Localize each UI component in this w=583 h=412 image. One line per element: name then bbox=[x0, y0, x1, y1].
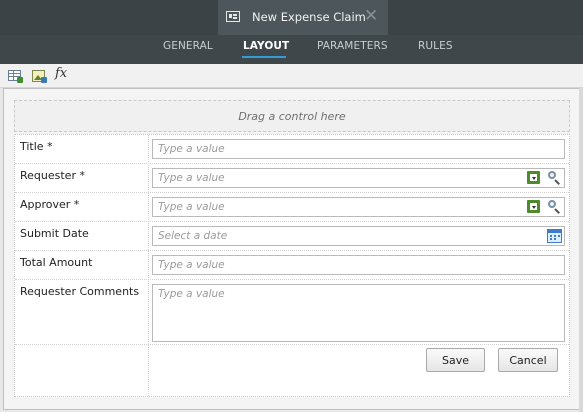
total-amount-placeholder: Type a value bbox=[158, 259, 225, 271]
title-label: Title * bbox=[20, 140, 53, 153]
designer-toolbar: fx bbox=[0, 64, 583, 88]
requester-comments-label: Requester Comments bbox=[20, 285, 140, 298]
function-icon[interactable]: fx bbox=[55, 66, 67, 84]
table-layout-icon[interactable] bbox=[6, 67, 24, 85]
close-icon[interactable]: ✕ bbox=[364, 6, 378, 26]
canvas-scroll-edge bbox=[579, 88, 583, 412]
search-icon[interactable] bbox=[546, 170, 562, 186]
title-placeholder: Type a value bbox=[158, 143, 225, 155]
tab-general[interactable]: GENERAL bbox=[163, 40, 213, 52]
drop-zone-hint: Drag a control here bbox=[238, 109, 346, 123]
address-book-icon[interactable] bbox=[526, 199, 542, 215]
active-tab-indicator bbox=[242, 56, 286, 58]
form-row-submit-date: Submit Date Select a date bbox=[15, 222, 569, 251]
form-row-requester-comments: Requester Comments Type a value bbox=[15, 280, 569, 345]
tab-parameters[interactable]: PARAMETERS bbox=[317, 40, 388, 52]
document-tab[interactable]: New Expense Claim ✕ bbox=[218, 0, 388, 35]
save-button[interactable]: Save bbox=[426, 348, 485, 372]
form-row-actions: Save Cancel bbox=[15, 345, 569, 396]
total-amount-label: Total Amount bbox=[20, 256, 93, 269]
cancel-button[interactable]: Cancel bbox=[498, 348, 558, 372]
form-row-approver: Approver * Type a value bbox=[15, 193, 569, 222]
search-icon[interactable] bbox=[546, 199, 562, 215]
drop-zone[interactable]: Drag a control here bbox=[14, 100, 570, 132]
approver-people-picker[interactable]: Type a value bbox=[152, 197, 565, 217]
tab-rules[interactable]: RULES bbox=[418, 40, 453, 52]
form-icon bbox=[226, 11, 240, 22]
form-canvas: Drag a control here Title * Type a value… bbox=[3, 88, 580, 410]
form-row-title: Title * Type a value bbox=[15, 135, 569, 164]
address-book-icon[interactable] bbox=[526, 170, 542, 186]
form-table: Title * Type a value Requester * Type a … bbox=[14, 134, 570, 397]
form-row-total-amount: Total Amount Type a value bbox=[15, 251, 569, 280]
requester-comments-placeholder: Type a value bbox=[158, 288, 225, 300]
submit-date-placeholder: Select a date bbox=[158, 230, 228, 242]
requester-label: Requester * bbox=[20, 169, 85, 182]
picture-add-icon[interactable] bbox=[30, 67, 48, 85]
requester-placeholder: Type a value bbox=[158, 172, 225, 184]
form-row-requester: Requester * Type a value bbox=[15, 164, 569, 193]
approver-placeholder: Type a value bbox=[158, 201, 225, 213]
requester-people-picker[interactable]: Type a value bbox=[152, 168, 565, 188]
designer-nav: GENERAL LAYOUT PARAMETERS RULES bbox=[0, 35, 583, 64]
top-bar: New Expense Claim ✕ bbox=[0, 0, 583, 35]
tab-layout[interactable]: LAYOUT bbox=[243, 40, 289, 52]
calendar-icon[interactable] bbox=[546, 228, 562, 244]
submit-date-label: Submit Date bbox=[20, 227, 89, 240]
document-title: New Expense Claim bbox=[252, 10, 366, 24]
approver-label: Approver * bbox=[20, 198, 80, 211]
requester-comments-textarea[interactable]: Type a value bbox=[152, 284, 565, 342]
submit-date-picker[interactable]: Select a date bbox=[152, 226, 565, 246]
title-input[interactable]: Type a value bbox=[152, 139, 565, 159]
total-amount-input[interactable]: Type a value bbox=[152, 255, 565, 275]
